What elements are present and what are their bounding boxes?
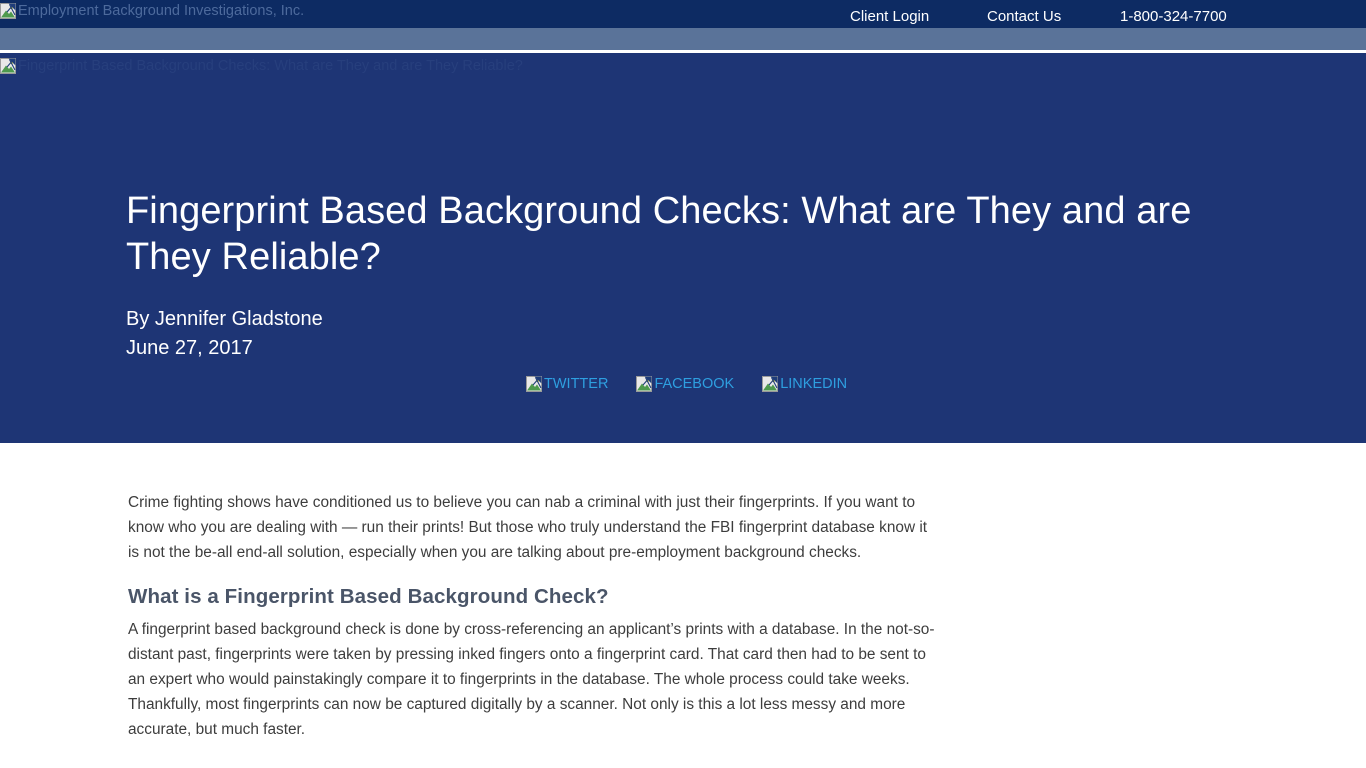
- linkedin-icon: [762, 376, 779, 392]
- share-linkedin-label: LINKEDIN: [780, 375, 848, 392]
- nav-item-contact-us[interactable]: Contact Us: [987, 8, 1061, 26]
- page-title: Fingerprint Based Background Checks: Wha…: [126, 190, 1192, 279]
- share-linkedin-link[interactable]: LINKEDIN: [762, 376, 847, 392]
- nav-item-phone-number[interactable]: 1-800-324-7700: [1120, 8, 1227, 26]
- article-author: By Jennifer Gladstone: [126, 307, 323, 330]
- nav-item-client-login[interactable]: Client Login: [850, 8, 929, 26]
- broken-image-icon: [0, 58, 16, 74]
- top-header-bar: Employment Background Investigations, In…: [0, 0, 1366, 28]
- article-paragraph-1: Crime fighting shows have conditioned us…: [128, 494, 928, 561]
- social-share-row: TWITTER FACEBOOK LINKEDIN: [526, 376, 847, 392]
- hero-image-alt-text: Fingerprint Based Background Checks: Wha…: [18, 57, 523, 74]
- twitter-icon: [526, 376, 542, 392]
- article-paragraph-2: A fingerprint based background check is …: [128, 620, 935, 738]
- hero-background-image-placeholder: Fingerprint Based Background Checks: Wha…: [0, 58, 523, 74]
- share-facebook-label: FACEBOOK: [654, 375, 735, 392]
- share-twitter-label: TWITTER: [544, 375, 609, 392]
- share-facebook-link[interactable]: FACEBOOK: [636, 376, 734, 392]
- band-divider: [0, 50, 1366, 53]
- secondary-nav-band: [0, 28, 1366, 50]
- top-navigation: Client Login Contact Us 1-800-324-7700: [0, 0, 1366, 28]
- hero-banner: Fingerprint Based Background Checks: Wha…: [0, 53, 1366, 443]
- article-date: June 27, 2017: [126, 336, 253, 359]
- hero-content: Fingerprint Based Background Checks: Wha…: [126, 188, 1241, 363]
- share-twitter-link[interactable]: TWITTER: [526, 376, 608, 392]
- article-body: Crime fighting shows have conditioned us…: [128, 490, 940, 742]
- article-heading-1: What is a Fingerprint Based Background C…: [128, 585, 609, 608]
- facebook-icon: [636, 376, 653, 392]
